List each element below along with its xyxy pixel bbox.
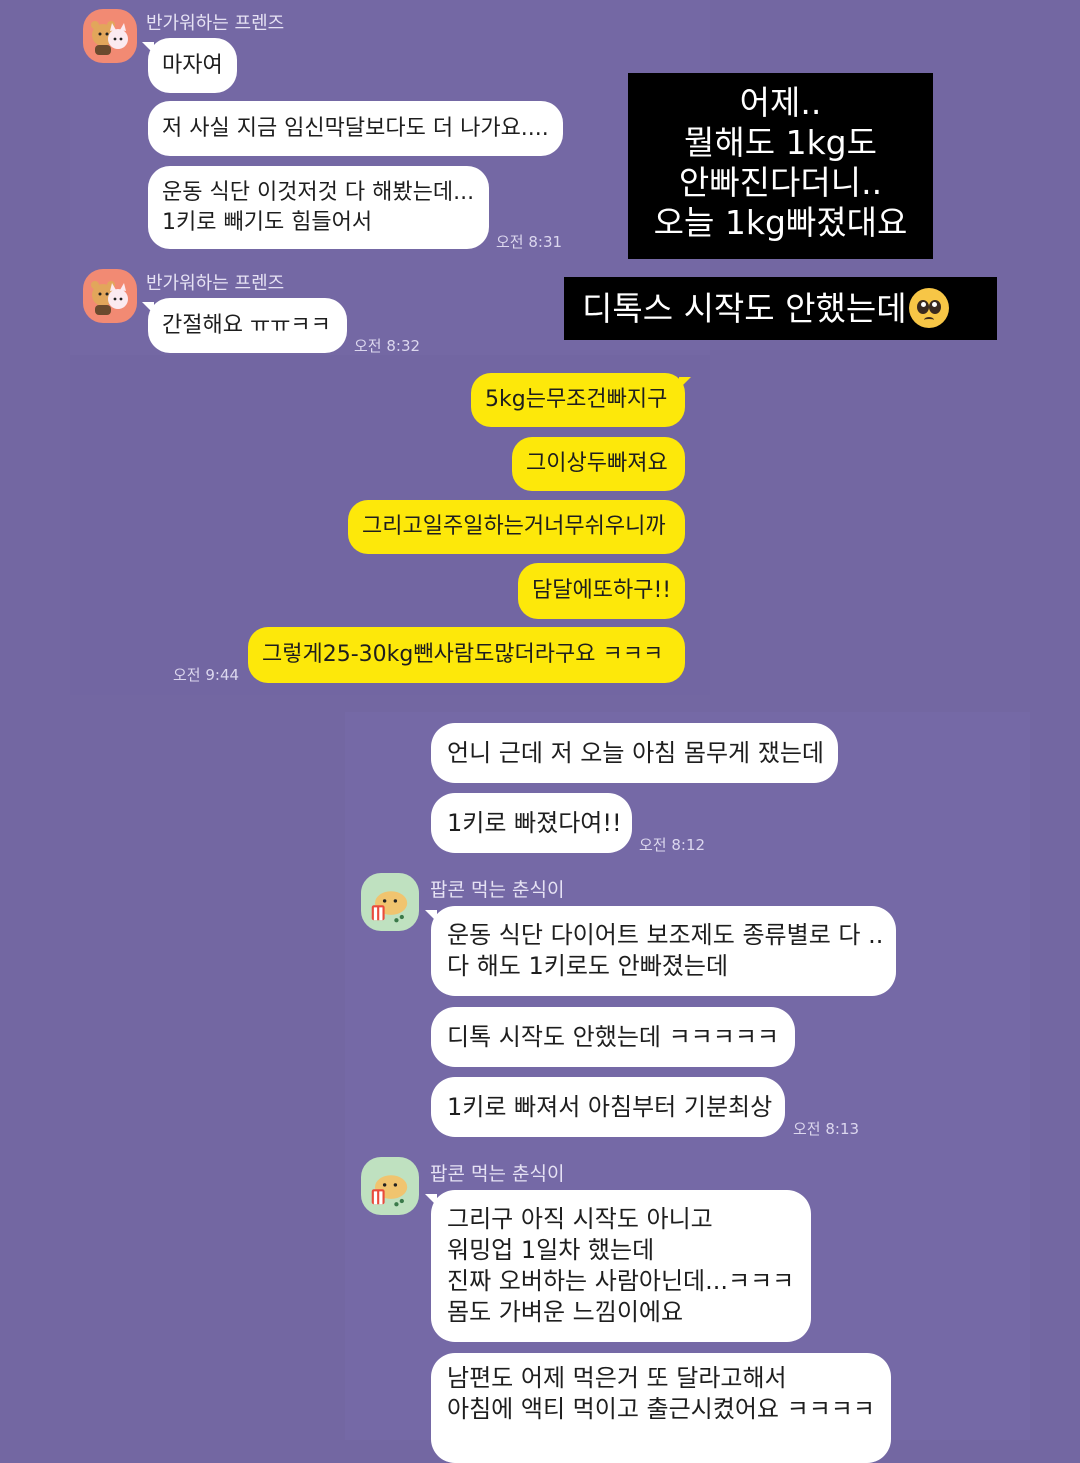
- message-time: 오전 8:12: [639, 836, 706, 854]
- sender-name: 반가워하는 프렌즈: [146, 13, 285, 34]
- sender-name: 팝콘 먹는 춘식이: [430, 1163, 565, 1185]
- my-message-bubble[interactable]: 5kg는무조건빠지구: [471, 373, 691, 427]
- message-text: 아침에 액티 먹이고 출근시켰어요 ㅋㅋㅋㅋ: [447, 1395, 875, 1423]
- message-text: 남편도 어제 먹은거 또 달라고해서: [447, 1364, 787, 1392]
- caption-text: 디톡스 시작도 안했는데: [582, 289, 907, 328]
- message-text: 다 해도 1키로도 안빠졌는데: [447, 952, 729, 980]
- message-text: 언니 근데 저 오늘 아침 몸무게 쟀는데: [447, 739, 824, 767]
- pleading-face-icon: [908, 287, 949, 328]
- friends-avatar-icon[interactable]: [83, 269, 137, 323]
- choonsik-avatar-icon[interactable]: [361, 873, 419, 931]
- message-text: 진짜 오버하는 사람아닌데...ㅋㅋㅋ: [447, 1267, 795, 1295]
- message-text: 마자여: [162, 52, 223, 78]
- my-message-bubble[interactable]: 그리고일주일하는거너무쉬우니까: [348, 500, 685, 554]
- message-text: 5kg는무조건빠지구: [485, 387, 668, 412]
- message-bubble[interactable]: 운동 식단 다이어트 보조제도 종류별로 다 .. 다 해도 1키로도 안빠졌는…: [425, 906, 896, 996]
- message-bubble[interactable]: 저 사실 지금 임신막달보다도 더 나가요....: [148, 101, 563, 156]
- caption-line: 어제..: [739, 83, 822, 122]
- message-time: 오전 8:31: [496, 233, 563, 251]
- choonsik-avatar-icon[interactable]: [361, 1157, 419, 1215]
- message-text: 그리고일주일하는거너무쉬우니까: [362, 514, 666, 539]
- message-text: 1키로 빼기도 힘들어서: [162, 209, 373, 235]
- message-text: 운동 식단 이것저것 다 해봤는데...: [162, 179, 475, 205]
- caption-line: 뭘해도 1kg도: [684, 123, 877, 162]
- sender-name: 반가워하는 프렌즈: [146, 273, 285, 294]
- message-text: 그리구 아직 시작도 아니고: [447, 1205, 713, 1233]
- message-bubble[interactable]: 언니 근데 저 오늘 아침 몸무게 쟀는데: [431, 723, 838, 783]
- message-text: 몸도 가벼운 느낌이에요: [447, 1298, 684, 1326]
- message-text: 1키로 빠져서 아침부터 기분최상: [447, 1093, 773, 1121]
- my-message-bubble[interactable]: 그렇게25-30kg뺀사람도많더라구요 ㅋㅋㅋ: [248, 627, 685, 683]
- message-bubble[interactable]: 남편도 어제 먹은거 또 달라고해서 아침에 액티 먹이고 출근시켰어요 ㅋㅋㅋ…: [431, 1353, 891, 1463]
- message-text: 워밍업 1일차 했는데: [447, 1236, 655, 1264]
- message-text: 간절해요 ㅠㅠㅋㅋ: [162, 312, 331, 338]
- my-message-bubble[interactable]: 그이상두빠져요: [512, 437, 685, 491]
- message-bubble[interactable]: 마자여: [142, 38, 237, 93]
- message-bubble[interactable]: 1키로 빠졌다여!!: [431, 793, 632, 853]
- message-bubble[interactable]: 디톡 시작도 안했는데 ㅋㅋㅋㅋㅋ: [431, 1007, 795, 1067]
- sender-name: 팝콘 먹는 춘식이: [430, 879, 565, 901]
- my-message-bubble[interactable]: 담달에또하구!!: [518, 563, 685, 619]
- message-text: 저 사실 지금 임신막달보다도 더 나가요....: [162, 115, 549, 141]
- message-time: 오전 8:13: [793, 1120, 860, 1138]
- message-time: 오전 8:32: [354, 337, 421, 355]
- message-time: 오전 9:44: [173, 666, 240, 684]
- message-text: 디톡 시작도 안했는데 ㅋㅋㅋㅋㅋ: [447, 1023, 780, 1051]
- message-text: 담달에또하구!!: [532, 578, 672, 603]
- message-bubble[interactable]: 그리구 아직 시작도 아니고 워밍업 1일차 했는데 진짜 오버하는 사람아닌데…: [425, 1190, 811, 1342]
- message-bubble[interactable]: 운동 식단 이것저것 다 해봤는데... 1키로 빼기도 힘들어서: [148, 166, 489, 249]
- message-bubble[interactable]: 1키로 빠져서 아침부터 기분최상: [431, 1077, 785, 1137]
- message-text: 1키로 빠졌다여!!: [447, 809, 622, 837]
- caption-overlay: 어제.. 뭘해도 1kg도 안빠진다더니.. 오늘 1kg빠졌대요: [628, 73, 933, 259]
- caption-line: 오늘 1kg빠졌대요: [653, 203, 908, 242]
- caption-line: 안빠진다더니..: [678, 163, 883, 202]
- message-bubble[interactable]: 간절해요 ㅠㅠㅋㅋ: [142, 298, 347, 353]
- message-text: 그이상두빠져요: [526, 451, 668, 476]
- friends-avatar-icon[interactable]: [83, 9, 137, 63]
- caption-overlay: 디톡스 시작도 안했는데: [564, 277, 997, 340]
- message-text: 그렇게25-30kg뺀사람도많더라구요 ㅋㅋㅋ: [262, 642, 664, 667]
- message-text: 운동 식단 다이어트 보조제도 종류별로 다 ..: [447, 921, 884, 949]
